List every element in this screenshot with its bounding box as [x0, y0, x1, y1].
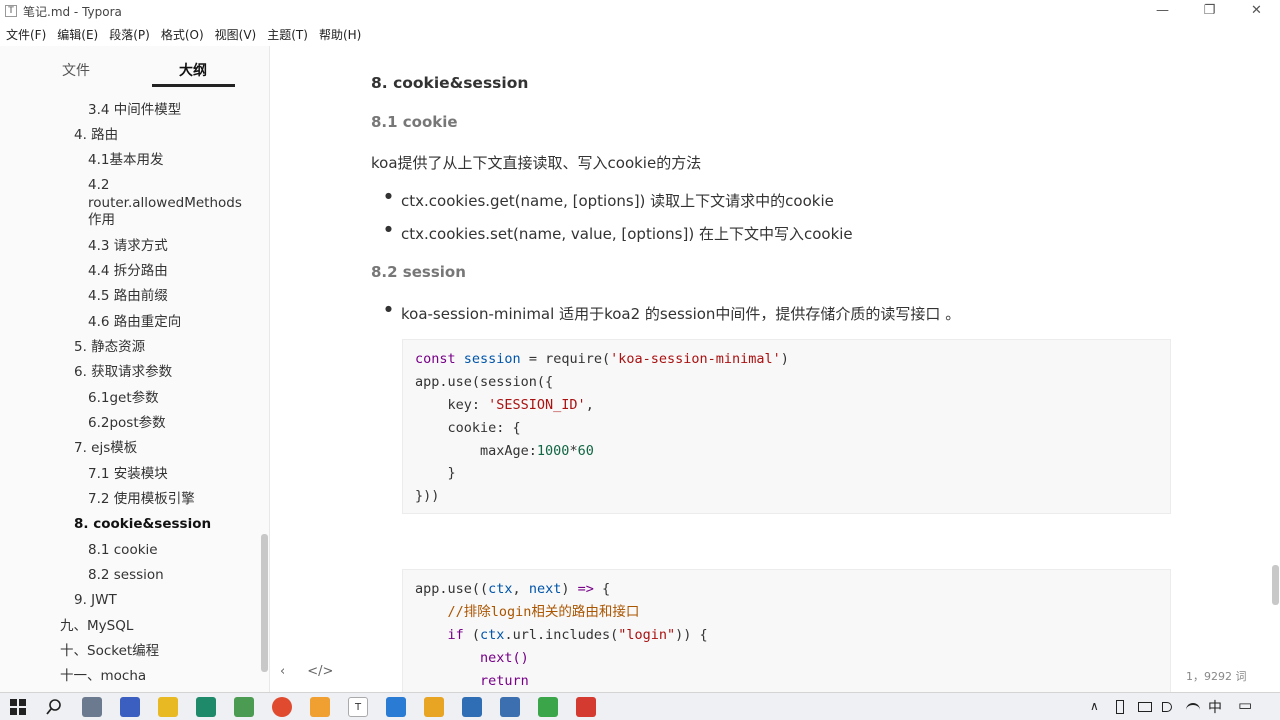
code-line: cookie: { [415, 420, 521, 436]
paragraph-cookie: koa提供了从上下文直接读取、写入cookie的方法 [371, 154, 702, 172]
app-icon[interactable] [120, 697, 140, 717]
search-icon[interactable] [46, 699, 62, 715]
outline-item[interactable]: 作用 [88, 212, 115, 229]
typora-icon[interactable]: T [348, 697, 368, 717]
word-count[interactable]: 1，9292 词 [1186, 668, 1247, 684]
outline-item[interactable]: router.allowedMethods [88, 195, 242, 212]
code-line: return [480, 673, 529, 689]
outline-item[interactable]: 6.2post参数 [88, 415, 166, 432]
menu-edit[interactable]: 编辑(E) [57, 26, 98, 43]
outline-item[interactable]: 7. ejs模板 [74, 440, 137, 457]
list-item: koa-session-minimal 适用于koa2 的session中间件，… [385, 303, 960, 324]
code-block[interactable]: const session = require('koa-session-min… [402, 339, 1171, 514]
code-line: const session = require('koa-session-min… [415, 351, 789, 367]
outline-item[interactable]: 6.1get参数 [88, 390, 159, 407]
window-controls: — ❐ ✕ [1139, 0, 1280, 22]
vscode-icon[interactable] [386, 697, 406, 717]
menu-bar: 文件(F) 编辑(E) 段落(P) 格式(O) 视图(V) 主题(T) 帮助(H… [0, 22, 1280, 46]
menu-format[interactable]: 格式(O) [161, 26, 204, 43]
tab-outline[interactable]: 大纲 [179, 60, 207, 80]
chrome-icon[interactable] [272, 697, 292, 717]
app-icon[interactable] [538, 697, 558, 717]
outline-item[interactable]: 4. 路由 [74, 127, 118, 144]
outline-item[interactable]: 8.2 session [88, 567, 164, 584]
outline-item[interactable]: 4.3 请求方式 [88, 238, 168, 255]
menu-paragraph[interactable]: 段落(P) [109, 26, 150, 43]
code-line: })) [415, 488, 440, 504]
code-line: key: 'SESSION_ID', [415, 397, 594, 413]
outline-item[interactable]: 8.1 cookie [88, 542, 158, 559]
code-line: if (ctx.url.includes("login")) { [447, 627, 708, 643]
heading-session: 8.2 session [371, 263, 466, 281]
tab-files[interactable]: 文件 [62, 60, 90, 80]
app-icon[interactable] [576, 697, 596, 717]
code-line: app.use(session({ [415, 374, 554, 390]
code-line: } [415, 465, 456, 481]
restore-button[interactable]: ❐ [1186, 0, 1233, 22]
network-icon[interactable] [1138, 702, 1152, 712]
editor-scrollbar[interactable] [1272, 565, 1279, 605]
heading-cookie: 8.1 cookie [371, 113, 458, 131]
list-item: ctx.cookies.get(name, [options]) 读取上下文请求… [385, 190, 834, 211]
code-block[interactable]: app.use((ctx, next) => { //排除login相关的路由和… [402, 569, 1171, 692]
sidebar: 文件 大纲 3.4 中间件模型 4. 路由 4.1基本用发 4.2 router… [0, 46, 270, 692]
folder-icon[interactable] [424, 697, 444, 717]
notification-icon[interactable]: ▭ [1238, 696, 1252, 714]
code-line: maxAge:1000*60 [415, 443, 594, 459]
editor-content[interactable]: 8. cookie&session 8.1 cookie koa提供了从上下文直… [271, 46, 1280, 692]
minimize-button[interactable]: — [1139, 0, 1186, 22]
battery-icon[interactable] [1116, 700, 1124, 714]
outline-item[interactable]: 4.2 [88, 177, 109, 194]
menu-theme[interactable]: 主题(T) [267, 26, 308, 43]
heading-cookie-session: 8. cookie&session [371, 74, 529, 92]
active-tab-indicator [152, 84, 235, 87]
code-line: app.use((ctx, next) => { [415, 581, 611, 597]
title-bar: T 笔记.md - Typora — ❐ ✕ [0, 0, 1280, 22]
outline-item[interactable]: 6. 获取请求参数 [74, 364, 172, 381]
app-icon[interactable] [234, 697, 254, 717]
outline-item[interactable]: 4.6 路由重定向 [88, 314, 181, 331]
outline-item[interactable]: 4.5 路由前缀 [88, 288, 168, 305]
code-line: next() [480, 650, 529, 666]
taskbar: T ∧ 中 ▭ [0, 692, 1280, 720]
outline-item[interactable]: 十、Socket编程 [60, 643, 159, 660]
menu-file[interactable]: 文件(F) [6, 26, 46, 43]
sidebar-tabs: 文件 大纲 [0, 46, 269, 90]
outline-item[interactable]: 7.1 安装模块 [88, 466, 168, 483]
typora-app-icon: T [5, 5, 17, 17]
window-title: 笔记.md - Typora [23, 4, 122, 19]
volume-icon[interactable] [1162, 702, 1172, 712]
task-view-icon[interactable] [82, 697, 102, 717]
close-button[interactable]: ✕ [1233, 0, 1280, 22]
outline-item[interactable]: 9. JWT [74, 592, 117, 609]
list-item: ctx.cookies.set(name, value, [options]) … [385, 223, 853, 244]
tray-expand-icon[interactable]: ∧ [1090, 699, 1099, 713]
menu-help[interactable]: 帮助(H) [319, 26, 361, 43]
wifi-icon[interactable] [1186, 703, 1200, 713]
windows-start-icon[interactable] [10, 699, 26, 715]
outline-item[interactable]: 7.2 使用模板引擎 [88, 491, 195, 508]
sidebar-scrollbar[interactable] [261, 534, 268, 672]
app-icon[interactable] [462, 697, 482, 717]
outline-item[interactable]: 3.4 中间件模型 [88, 102, 181, 119]
outline-item[interactable]: 4.4 拆分路由 [88, 263, 168, 280]
app-icon[interactable] [500, 697, 520, 717]
outline-item-active[interactable]: 8. cookie&session [74, 516, 211, 533]
code-comment: //排除login相关的路由和接口 [415, 604, 640, 620]
outline-item[interactable]: 十一、mocha [60, 668, 146, 685]
outline-item[interactable]: 5. 静态资源 [74, 339, 145, 356]
sublime-icon[interactable] [310, 697, 330, 717]
folder-icon[interactable] [158, 697, 178, 717]
app-icon[interactable] [196, 697, 216, 717]
outline-item[interactable]: 4.1基本用发 [88, 152, 163, 169]
outline-item[interactable]: 九、MySQL [60, 618, 133, 635]
menu-view[interactable]: 视图(V) [215, 26, 257, 43]
input-method-indicator[interactable]: 中 [1208, 697, 1222, 717]
